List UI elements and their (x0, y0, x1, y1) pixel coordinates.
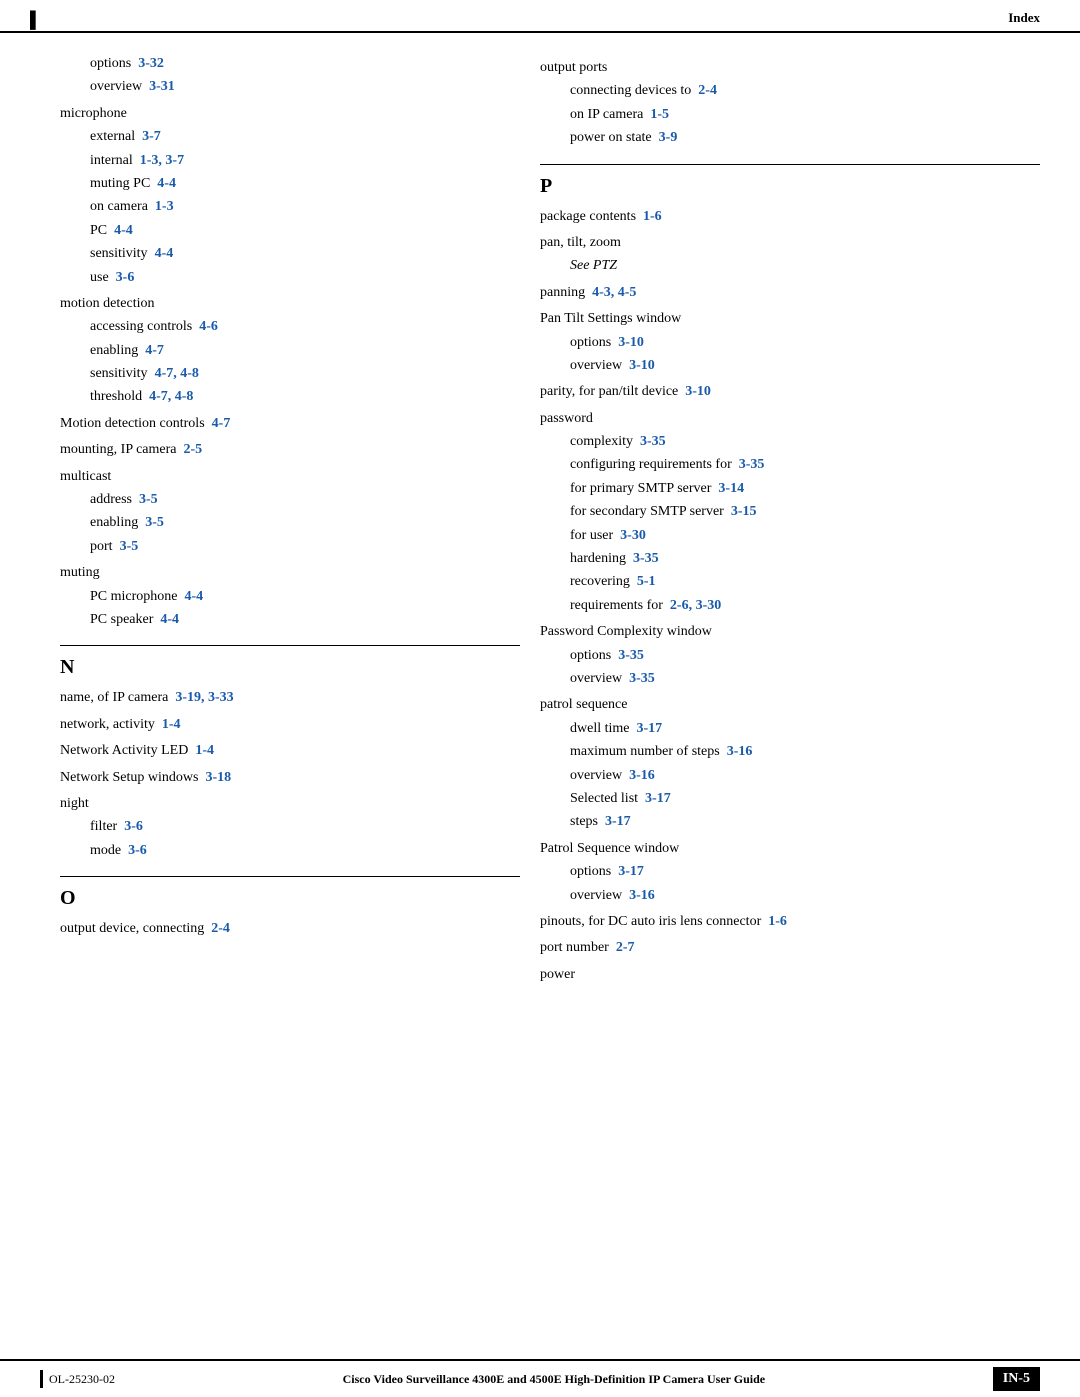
list-item: See PTZ (540, 255, 1040, 277)
list-item: panning 4-3, 4-5 (540, 282, 1040, 304)
list-item: for user 3-30 (540, 525, 1040, 547)
list-item: microphone (60, 103, 520, 125)
section-n-entries: name, of IP camera 3-19, 3-33 network, a… (60, 687, 520, 862)
list-item: enabling 4-7 (60, 340, 520, 362)
left-column: options 3-32 overview 3-31 microphone ex… (60, 53, 520, 987)
list-item: overview 3-35 (540, 668, 1040, 690)
list-item: options 3-35 (540, 645, 1040, 667)
list-item: muting PC 4-4 (60, 173, 520, 195)
header-index-label: Index (1008, 10, 1040, 26)
list-item: overview 3-16 (540, 885, 1040, 907)
footer-left: OL-25230-02 (40, 1370, 115, 1388)
footer-page: IN-5 (993, 1367, 1040, 1391)
list-item: mode 3-6 (60, 840, 520, 862)
list-item: output ports (540, 57, 1040, 79)
list-item: internal 1-3, 3-7 (60, 150, 520, 172)
list-item: steps 3-17 (540, 811, 1040, 833)
list-item: filter 3-6 (60, 816, 520, 838)
section-p-entries: package contents 1-6 pan, tilt, zoom See… (540, 206, 1040, 987)
list-item: Motion detection controls 4-7 (60, 413, 520, 435)
list-item: options 3-10 (540, 332, 1040, 354)
list-item: sensitivity 4-4 (60, 243, 520, 265)
list-item: sensitivity 4-7, 4-8 (60, 363, 520, 385)
main-content: options 3-32 overview 3-31 microphone ex… (0, 33, 1080, 1007)
list-item: multicast (60, 466, 520, 488)
section-letter-n: N (60, 656, 520, 679)
list-item: enabling 3-5 (60, 512, 520, 534)
list-item: use 3-6 (60, 267, 520, 289)
list-item: output device, connecting 2-4 (60, 918, 520, 940)
list-item: PC microphone 4-4 (60, 586, 520, 608)
list-item: power (540, 964, 1040, 986)
list-item: PC speaker 4-4 (60, 609, 520, 631)
list-item: Network Setup windows 3-18 (60, 767, 520, 789)
list-item: for primary SMTP server 3-14 (540, 478, 1040, 500)
list-item: on IP camera 1-5 (540, 104, 1040, 126)
top-bar: ▌ Index (0, 0, 1080, 33)
list-item: options 3-17 (540, 861, 1040, 883)
footer-left-bar (40, 1370, 43, 1388)
list-item: parity, for pan/tilt device 3-10 (540, 381, 1040, 403)
list-item: name, of IP camera 3-19, 3-33 (60, 687, 520, 709)
list-item: overview 3-31 (60, 76, 520, 98)
list-item: package contents 1-6 (540, 206, 1040, 228)
list-item: dwell time 3-17 (540, 718, 1040, 740)
list-item: port 3-5 (60, 536, 520, 558)
list-item: password (540, 408, 1040, 430)
list-item: Pan Tilt Settings window (540, 308, 1040, 330)
list-item: options 3-32 (60, 53, 520, 75)
list-item: maximum number of steps 3-16 (540, 741, 1040, 763)
right-pre-p-entries: output ports connecting devices to 2-4 o… (540, 57, 1040, 150)
list-item: Patrol Sequence window (540, 838, 1040, 860)
list-item: PC 4-4 (60, 220, 520, 242)
list-item: patrol sequence (540, 694, 1040, 716)
list-item: complexity 3-35 (540, 431, 1040, 453)
section-divider-p (540, 164, 1040, 165)
list-item: Selected list 3-17 (540, 788, 1040, 810)
list-item: pan, tilt, zoom (540, 232, 1040, 254)
list-item: configuring requirements for 3-35 (540, 454, 1040, 476)
list-item: accessing controls 4-6 (60, 316, 520, 338)
list-item: port number 2-7 (540, 937, 1040, 959)
list-item: external 3-7 (60, 126, 520, 148)
list-item: threshold 4-7, 4-8 (60, 386, 520, 408)
left-bar-marker: ▌ (30, 12, 41, 30)
footer-title: Cisco Video Surveillance 4300E and 4500E… (343, 1372, 765, 1387)
section-letter-p: P (540, 175, 1040, 198)
section-divider-n (60, 645, 520, 646)
left-pre-n-entries: options 3-32 overview 3-31 microphone ex… (60, 53, 520, 631)
right-column: output ports connecting devices to 2-4 o… (540, 53, 1040, 987)
list-item: address 3-5 (60, 489, 520, 511)
list-item: Password Complexity window (540, 621, 1040, 643)
list-item: pinouts, for DC auto iris lens connector… (540, 911, 1040, 933)
section-letter-o: O (60, 887, 520, 910)
list-item: on camera 1-3 (60, 196, 520, 218)
list-item: recovering 5-1 (540, 571, 1040, 593)
footer: OL-25230-02 Cisco Video Surveillance 430… (0, 1359, 1080, 1397)
section-o-entries: output device, connecting 2-4 (60, 918, 520, 940)
footer-doc-number: OL-25230-02 (49, 1372, 115, 1387)
page-container: ▌ Index options 3-32 overview 3-31 micro… (0, 0, 1080, 1397)
list-item: for secondary SMTP server 3-15 (540, 501, 1040, 523)
list-item: connecting devices to 2-4 (540, 80, 1040, 102)
list-item: hardening 3-35 (540, 548, 1040, 570)
list-item: muting (60, 562, 520, 584)
list-item: overview 3-16 (540, 765, 1040, 787)
list-item: power on state 3-9 (540, 127, 1040, 149)
list-item: network, activity 1-4 (60, 714, 520, 736)
list-item: motion detection (60, 293, 520, 315)
list-item: requirements for 2-6, 3-30 (540, 595, 1040, 617)
list-item: overview 3-10 (540, 355, 1040, 377)
list-item: Network Activity LED 1-4 (60, 740, 520, 762)
list-item: night (60, 793, 520, 815)
list-item: mounting, IP camera 2-5 (60, 439, 520, 461)
section-divider-o (60, 876, 520, 877)
